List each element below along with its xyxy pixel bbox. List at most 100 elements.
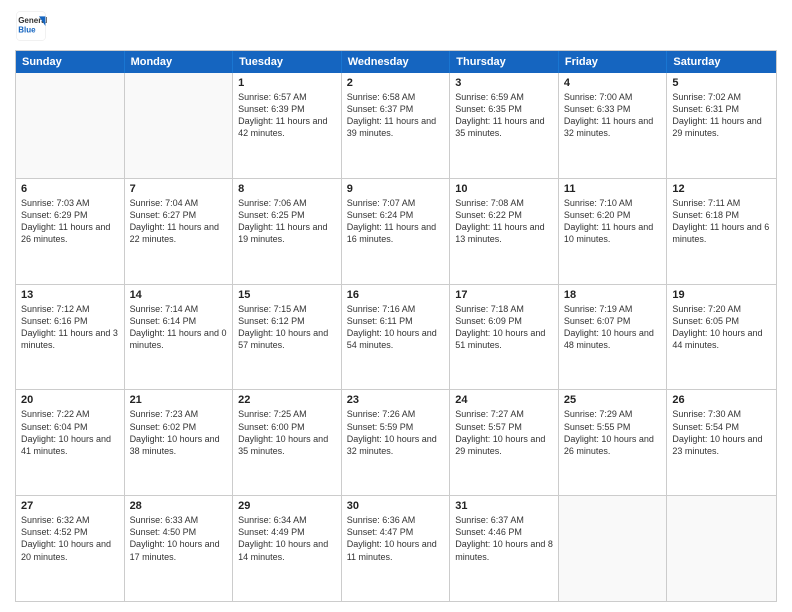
day-info: Sunrise: 7:29 AM Sunset: 5:55 PM Dayligh…	[564, 408, 662, 457]
day-number: 11	[564, 183, 662, 195]
day-cell-4: 4 Sunrise: 7:00 AM Sunset: 6:33 PM Daylig…	[559, 73, 668, 178]
week-row-5: 27 Sunrise: 6:32 AM Sunset: 4:52 PM Dayli…	[16, 495, 776, 601]
week-row-2: 6 Sunrise: 7:03 AM Sunset: 6:29 PM Daylig…	[16, 178, 776, 284]
day-number: 4	[564, 77, 662, 89]
day-number: 13	[21, 289, 119, 301]
day-info: Sunrise: 7:20 AM Sunset: 6:05 PM Dayligh…	[672, 303, 771, 352]
day-number: 31	[455, 500, 553, 512]
day-cell-27: 27 Sunrise: 6:32 AM Sunset: 4:52 PM Dayli…	[16, 496, 125, 601]
day-number: 9	[347, 183, 445, 195]
calendar: SundayMondayTuesdayWednesdayThursdayFrid…	[15, 50, 777, 602]
day-cell-21: 21 Sunrise: 7:23 AM Sunset: 6:02 PM Dayli…	[125, 390, 234, 495]
day-number: 6	[21, 183, 119, 195]
week-row-4: 20 Sunrise: 7:22 AM Sunset: 6:04 PM Dayli…	[16, 389, 776, 495]
day-cell-14: 14Sunrise: 7:14 AM Sunset: 6:14 PM Dayli…	[125, 285, 234, 390]
day-number: 18	[564, 289, 662, 301]
day-cell-6: 6 Sunrise: 7:03 AM Sunset: 6:29 PM Daylig…	[16, 179, 125, 284]
day-info: Sunrise: 7:30 AM Sunset: 5:54 PM Dayligh…	[672, 408, 771, 457]
day-number: 16	[347, 289, 445, 301]
day-cell-19: 19 Sunrise: 7:20 AM Sunset: 6:05 PM Dayli…	[667, 285, 776, 390]
day-info: Sunrise: 6:57 AM Sunset: 6:39 PM Dayligh…	[238, 91, 336, 140]
day-cell-10: 10Sunrise: 7:08 AM Sunset: 6:22 PM Dayli…	[450, 179, 559, 284]
day-cell-11: 11 Sunrise: 7:10 AM Sunset: 6:20 PM Dayli…	[559, 179, 668, 284]
day-info: Sunrise: 7:22 AM Sunset: 6:04 PM Dayligh…	[21, 408, 119, 457]
day-cell-8: 8 Sunrise: 7:06 AM Sunset: 6:25 PM Daylig…	[233, 179, 342, 284]
day-cell-22: 22Sunrise: 7:25 AM Sunset: 6:00 PM Dayli…	[233, 390, 342, 495]
logo-icon: General Blue	[15, 10, 47, 42]
day-info: Sunrise: 7:02 AM Sunset: 6:31 PM Dayligh…	[672, 91, 771, 140]
day-number: 2	[347, 77, 445, 89]
day-info: Sunrise: 7:19 AM Sunset: 6:07 PM Dayligh…	[564, 303, 662, 352]
day-number: 1	[238, 77, 336, 89]
day-header-saturday: Saturday	[667, 51, 776, 73]
day-cell-18: 18 Sunrise: 7:19 AM Sunset: 6:07 PM Dayli…	[559, 285, 668, 390]
day-cell-3: 3 Sunrise: 6:59 AM Sunset: 6:35 PM Daylig…	[450, 73, 559, 178]
day-number: 19	[672, 289, 771, 301]
day-cell-30: 30Sunrise: 6:36 AM Sunset: 4:47 PM Dayli…	[342, 496, 451, 601]
day-info: Sunrise: 7:27 AM Sunset: 5:57 PM Dayligh…	[455, 408, 553, 457]
day-info: Sunrise: 6:33 AM Sunset: 4:50 PM Dayligh…	[130, 514, 228, 563]
day-cell-20: 20 Sunrise: 7:22 AM Sunset: 6:04 PM Dayli…	[16, 390, 125, 495]
day-header-monday: Monday	[125, 51, 234, 73]
day-info: Sunrise: 7:07 AM Sunset: 6:24 PM Dayligh…	[347, 197, 445, 246]
day-info: Sunrise: 7:14 AM Sunset: 6:14 PM Dayligh…	[130, 303, 228, 352]
day-info: Sunrise: 6:59 AM Sunset: 6:35 PM Dayligh…	[455, 91, 553, 140]
empty-cell	[559, 496, 668, 601]
day-cell-9: 9 Sunrise: 7:07 AM Sunset: 6:24 PM Daylig…	[342, 179, 451, 284]
day-info: Sunrise: 7:11 AM Sunset: 6:18 PM Dayligh…	[672, 197, 771, 246]
empty-cell	[16, 73, 125, 178]
day-cell-24: 24 Sunrise: 7:27 AM Sunset: 5:57 PM Dayli…	[450, 390, 559, 495]
day-number: 26	[672, 394, 771, 406]
day-cell-7: 7 Sunrise: 7:04 AM Sunset: 6:27 PM Daylig…	[125, 179, 234, 284]
day-info: Sunrise: 6:58 AM Sunset: 6:37 PM Dayligh…	[347, 91, 445, 140]
day-number: 12	[672, 183, 771, 195]
page-container: General Blue SundayMondayTuesdayWednesda…	[0, 0, 792, 612]
day-cell-26: 26 Sunrise: 7:30 AM Sunset: 5:54 PM Dayli…	[667, 390, 776, 495]
svg-text:Blue: Blue	[18, 25, 36, 34]
day-number: 23	[347, 394, 445, 406]
day-number: 21	[130, 394, 228, 406]
day-header-wednesday: Wednesday	[342, 51, 451, 73]
day-number: 7	[130, 183, 228, 195]
day-number: 17	[455, 289, 553, 301]
day-header-sunday: Sunday	[16, 51, 125, 73]
day-cell-15: 15 Sunrise: 7:15 AM Sunset: 6:12 PM Dayli…	[233, 285, 342, 390]
day-number: 27	[21, 500, 119, 512]
day-cell-5: 5 Sunrise: 7:02 AM Sunset: 6:31 PM Daylig…	[667, 73, 776, 178]
calendar-header: SundayMondayTuesdayWednesdayThursdayFrid…	[16, 51, 776, 73]
day-info: Sunrise: 7:18 AM Sunset: 6:09 PM Dayligh…	[455, 303, 553, 352]
day-number: 15	[238, 289, 336, 301]
day-number: 8	[238, 183, 336, 195]
day-info: Sunrise: 7:16 AM Sunset: 6:11 PM Dayligh…	[347, 303, 445, 352]
logo: General Blue	[15, 10, 47, 42]
day-info: Sunrise: 7:15 AM Sunset: 6:12 PM Dayligh…	[238, 303, 336, 352]
day-cell-13: 13 Sunrise: 7:12 AM Sunset: 6:16 PM Dayli…	[16, 285, 125, 390]
day-number: 5	[672, 77, 771, 89]
header: General Blue	[15, 10, 777, 42]
day-header-friday: Friday	[559, 51, 668, 73]
day-header-thursday: Thursday	[450, 51, 559, 73]
day-number: 29	[238, 500, 336, 512]
day-info: Sunrise: 7:06 AM Sunset: 6:25 PM Dayligh…	[238, 197, 336, 246]
day-info: Sunrise: 7:04 AM Sunset: 6:27 PM Dayligh…	[130, 197, 228, 246]
day-number: 22	[238, 394, 336, 406]
day-number: 20	[21, 394, 119, 406]
day-info: Sunrise: 6:32 AM Sunset: 4:52 PM Dayligh…	[21, 514, 119, 563]
day-info: Sunrise: 6:34 AM Sunset: 4:49 PM Dayligh…	[238, 514, 336, 563]
day-info: Sunrise: 7:10 AM Sunset: 6:20 PM Dayligh…	[564, 197, 662, 246]
day-header-tuesday: Tuesday	[233, 51, 342, 73]
day-cell-17: 17 Sunrise: 7:18 AM Sunset: 6:09 PM Dayli…	[450, 285, 559, 390]
day-cell-23: 23Sunrise: 7:26 AM Sunset: 5:59 PM Dayli…	[342, 390, 451, 495]
day-info: Sunrise: 6:37 AM Sunset: 4:46 PM Dayligh…	[455, 514, 553, 563]
empty-cell	[125, 73, 234, 178]
day-info: Sunrise: 7:23 AM Sunset: 6:02 PM Dayligh…	[130, 408, 228, 457]
day-info: Sunrise: 7:03 AM Sunset: 6:29 PM Dayligh…	[21, 197, 119, 246]
day-info: Sunrise: 7:12 AM Sunset: 6:16 PM Dayligh…	[21, 303, 119, 352]
day-cell-16: 16 Sunrise: 7:16 AM Sunset: 6:11 PM Dayli…	[342, 285, 451, 390]
day-info: Sunrise: 7:08 AM Sunset: 6:22 PM Dayligh…	[455, 197, 553, 246]
day-cell-28: 28Sunrise: 6:33 AM Sunset: 4:50 PM Dayli…	[125, 496, 234, 601]
day-number: 24	[455, 394, 553, 406]
day-number: 3	[455, 77, 553, 89]
week-row-1: 1 Sunrise: 6:57 AM Sunset: 6:39 PM Daylig…	[16, 73, 776, 178]
day-info: Sunrise: 7:00 AM Sunset: 6:33 PM Dayligh…	[564, 91, 662, 140]
